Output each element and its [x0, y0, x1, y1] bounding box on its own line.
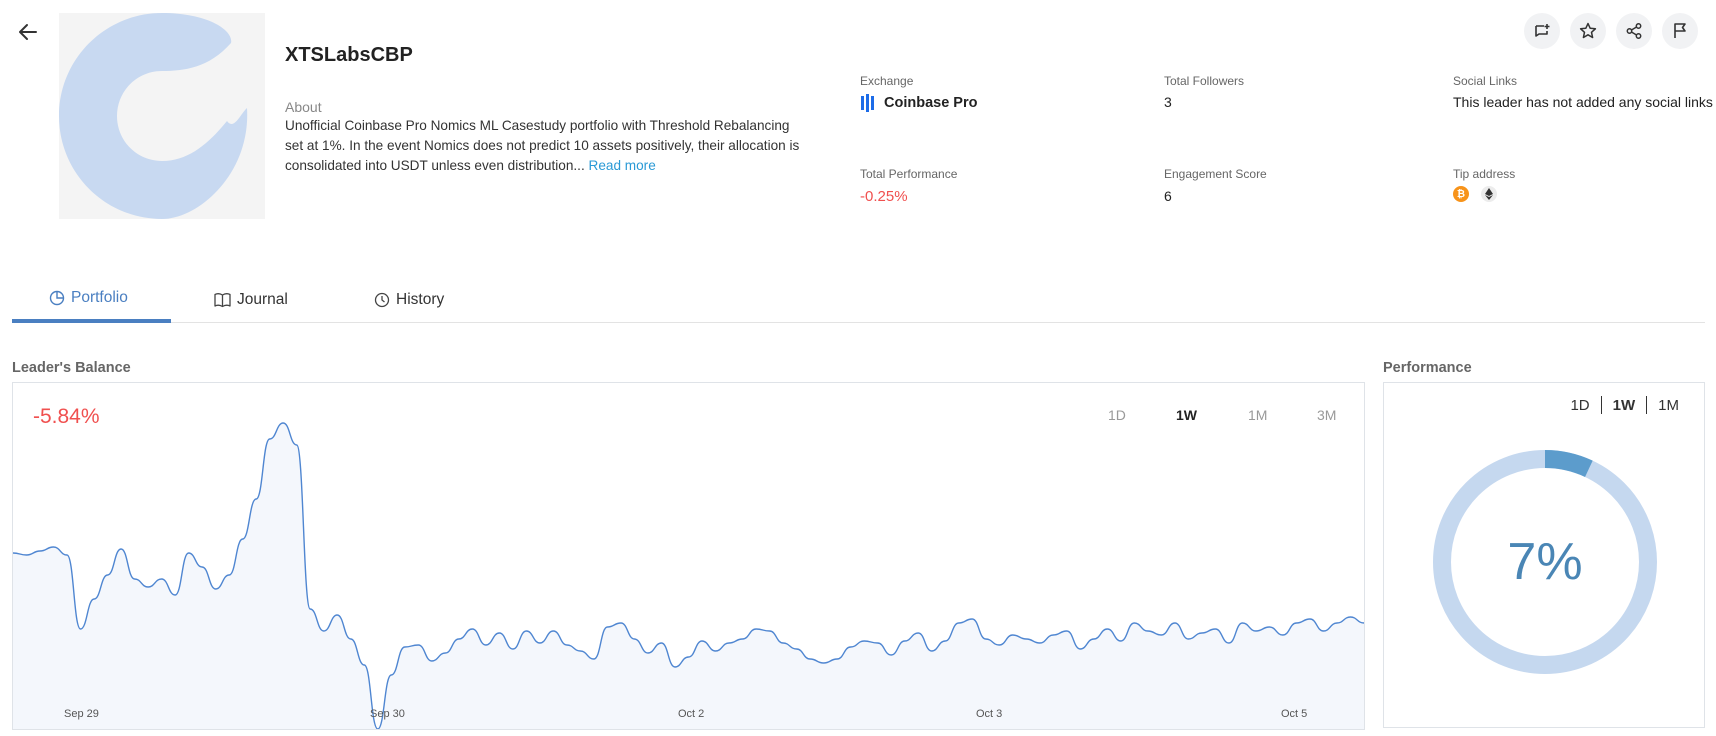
tab-journal-label: Journal — [237, 290, 288, 308]
exchange-label: Exchange — [860, 74, 914, 88]
performance-donut-value: 7% — [1507, 533, 1583, 591]
performance-range-selector: 1D 1W 1M — [1559, 396, 1690, 414]
tab-history-label: History — [396, 290, 445, 308]
leader-name: XTSLabsCBP — [285, 44, 413, 66]
share-icon — [1626, 23, 1642, 39]
book-icon — [214, 292, 231, 307]
add-to-list-icon — [1535, 24, 1550, 37]
about-text: Unofficial Coinbase Pro Nomics ML Casest… — [285, 116, 805, 176]
social-links-value: This leader has not added any social lin… — [1453, 94, 1713, 110]
balance-change-value: -5.84% — [33, 405, 100, 428]
total-performance-label: Total Performance — [860, 167, 958, 181]
balance-range-3m[interactable]: 3M — [1317, 407, 1336, 423]
header-actions — [1524, 13, 1698, 49]
followers-value: 3 — [1164, 94, 1172, 110]
engagement-score-label: Engagement Score — [1164, 167, 1267, 181]
balance-range-1m[interactable]: 1M — [1248, 407, 1267, 423]
tab-journal[interactable]: Journal — [214, 276, 288, 323]
add-to-list-button[interactable] — [1524, 13, 1560, 49]
avatar — [59, 13, 265, 219]
balance-range-1d[interactable]: 1D — [1108, 407, 1126, 423]
performance-card: 1D 1W 1M 7% — [1383, 382, 1705, 728]
tab-bar: Portfolio Journal History — [12, 276, 1705, 323]
about-description: Unofficial Coinbase Pro Nomics ML Casest… — [285, 118, 800, 173]
share-button[interactable] — [1616, 13, 1652, 49]
x-tick-label: Sep 29 — [64, 708, 99, 720]
tip-address-label: Tip address — [1453, 167, 1516, 181]
pie-chart-icon — [49, 290, 65, 305]
tab-history[interactable]: History — [374, 276, 444, 323]
social-links-label: Social Links — [1453, 74, 1518, 88]
flag-icon — [1674, 23, 1686, 38]
star-icon — [1579, 22, 1597, 39]
back-button[interactable] — [14, 18, 42, 46]
balance-chart — [13, 422, 1364, 729]
read-more-link[interactable]: Read more — [589, 158, 656, 173]
coinbase-pro-icon — [861, 94, 874, 112]
x-tick-label: Oct 3 — [976, 708, 1003, 720]
balance-chart-card: -5.84% 1D 1W 1M 3M Sep 29 Sep 30 Oct 2 O… — [12, 382, 1365, 730]
favorite-button[interactable] — [1570, 13, 1606, 49]
tip-address-icons: ₿ — [1453, 186, 1497, 202]
bitcoin-icon[interactable]: ₿ — [1453, 186, 1469, 202]
about-label: About — [285, 99, 322, 115]
tab-portfolio[interactable]: Portfolio — [12, 276, 171, 323]
ethereum-icon[interactable] — [1481, 186, 1497, 202]
leader-avatar-logo — [59, 13, 248, 219]
x-tick-label: Oct 2 — [678, 708, 705, 720]
performance-section-title: Performance — [1383, 360, 1472, 376]
arrow-left-icon — [19, 24, 37, 40]
followers-label: Total Followers — [1164, 74, 1245, 88]
performance-range-1m[interactable]: 1M — [1647, 397, 1690, 414]
exchange-name: Coinbase Pro — [884, 95, 978, 111]
performance-range-1d[interactable]: 1D — [1559, 397, 1600, 414]
x-tick-label: Sep 30 — [370, 708, 405, 720]
exchange-value: Coinbase Pro — [860, 94, 977, 112]
performance-range-1w[interactable]: 1W — [1602, 397, 1647, 414]
balance-area — [13, 423, 1364, 729]
tab-portfolio-label: Portfolio — [71, 288, 128, 306]
x-tick-label: Oct 5 — [1281, 708, 1308, 720]
balance-range-1w[interactable]: 1W — [1176, 407, 1197, 423]
total-performance-value: -0.25% — [860, 188, 908, 205]
report-button[interactable] — [1662, 13, 1698, 49]
balance-section-title: Leader's Balance — [12, 360, 131, 376]
clock-icon — [374, 292, 390, 307]
engagement-score-value: 6 — [1164, 188, 1172, 204]
